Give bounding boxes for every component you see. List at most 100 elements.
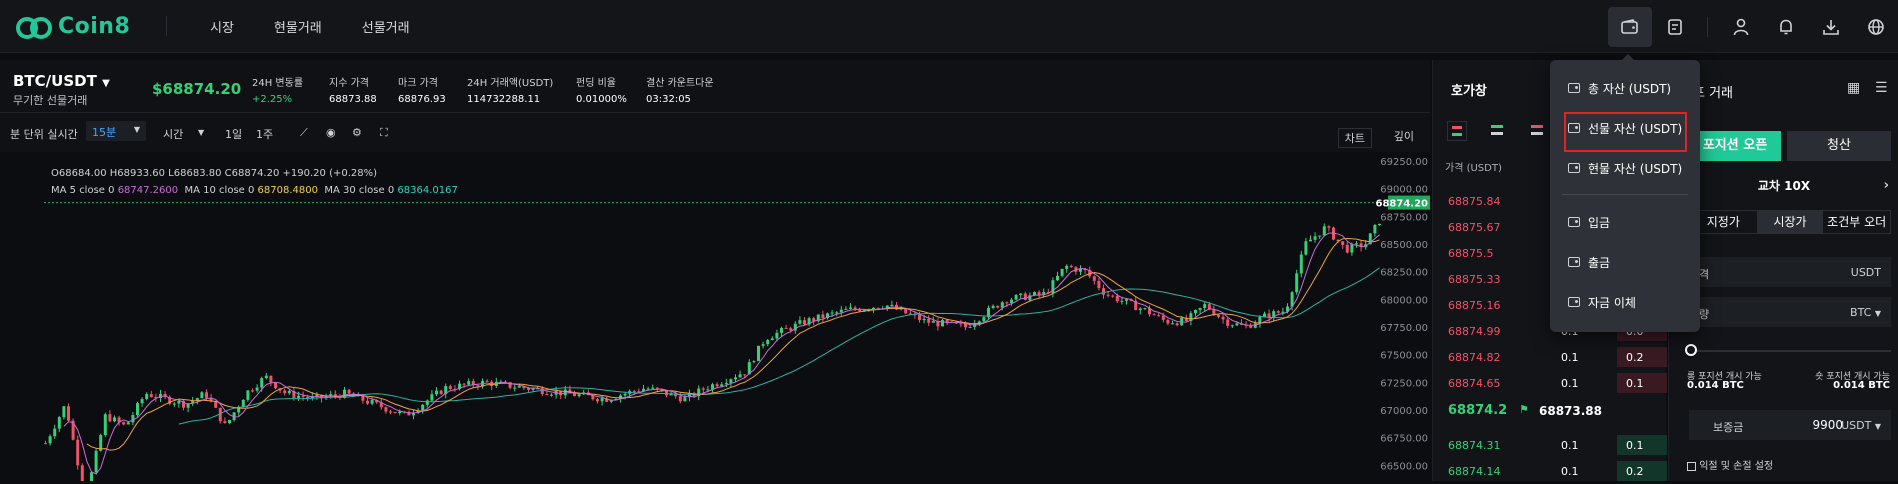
candle-body [991,305,995,308]
y-tick-label: 66500.00 [1380,461,1428,472]
time-label: 시간 [163,128,184,141]
settings-sliders-icon[interactable]: ☰ [1875,80,1888,96]
book-view-both-icon[interactable] [1447,121,1467,141]
stat-label: 지수 가격 [329,78,369,89]
stat-volume: 24H 거래액(USDT) 114732288.11 [467,74,553,105]
quantity-input[interactable]: 량 BTC ▼ [1689,297,1891,327]
menu-spot-assets[interactable]: 현물 자산 (USDT) [1550,151,1700,185]
candle-body [784,327,788,329]
last-price: $68874.20 [152,80,242,98]
leverage-selector[interactable]: 교차 10X › [1669,173,1898,199]
interval-select[interactable]: 15분 ▼ [86,121,146,141]
candle-body [1125,299,1128,301]
tab-limit[interactable]: 지정가 [1690,211,1757,233]
candle-body [389,411,392,413]
slider-handle[interactable] [1685,344,1697,356]
candle-body [430,394,434,401]
ask-price: 68875.67 [1448,221,1501,234]
interval-1w[interactable]: 1주 [256,126,273,142]
download-icon[interactable] [1808,4,1853,49]
y-tick-label: 66750.00 [1380,434,1428,445]
gear-icon[interactable]: ⚙ [352,126,362,139]
candle-body [103,414,107,436]
candle-body [260,378,264,388]
candle-body [205,392,208,398]
candle-body [720,384,724,387]
menu-transfer[interactable]: 자금 이체 [1550,285,1700,319]
candle-body [927,318,931,323]
caret-down-icon: ▼ [1874,309,1881,318]
close-position-button[interactable]: 청산 [1787,131,1891,161]
candle-body [57,417,61,429]
price-chart[interactable]: 69250.00 69000.00 68750.00 68500.00 68250.00… [0,152,1430,484]
candle-body [803,320,806,325]
book-view-bids-icon[interactable] [1487,121,1507,141]
open-position-button[interactable]: 포지션 오픈 [1689,131,1781,161]
candle-body [1295,273,1299,293]
wallet-icon[interactable] [1608,6,1652,47]
tab-market[interactable]: 시장가 [1756,211,1824,233]
chart-canvas[interactable]: 69250.00 69000.00 68750.00 68500.00 68250.00… [0,152,1430,484]
candle-body [780,327,783,333]
candle-body [600,398,604,402]
pair-selector[interactable]: BTC/USDT ▼ [13,72,110,90]
menu-item-label: 입금 [1588,215,1611,230]
bid-row[interactable]: 68874.31 0.1 0.1 [1433,432,1667,458]
margin-unit[interactable]: USDT ▼ [1841,419,1881,432]
menu-total-assets[interactable]: 총 자산 (USDT) [1550,71,1700,105]
interval-1d[interactable]: 1일 [225,126,242,142]
bid-price: 68874.14 [1448,465,1501,478]
bid-row[interactable]: 68874.14 0.1 0.2 [1433,458,1667,484]
candle-body [678,396,682,402]
tpsl-checkbox[interactable]: 익절 및 손절 설정 [1687,457,1773,472]
ask-total: 0.2 [1626,351,1644,364]
candle-body [766,340,770,345]
calculator-icon[interactable]: ▦ [1847,80,1860,96]
period-label: 분 단위 실시간 [10,128,78,141]
margin-input[interactable]: 보증금 9900 USDT ▼ [1689,410,1891,440]
candle-body [1157,315,1161,317]
quantity-slider[interactable] [1689,350,1891,352]
bid-qty: 0.1 [1561,439,1579,452]
fullscreen-icon[interactable]: ⛶ [380,126,388,140]
tab-conditional[interactable]: 조건부 오더 [1823,211,1890,233]
price-input[interactable]: 격 USDT [1689,257,1891,287]
globe-icon[interactable] [1853,4,1898,49]
time-select[interactable]: 시간 [163,126,183,142]
candle-body [941,320,944,327]
stat-value: 68876.93 [398,94,446,105]
ask-row[interactable]: 68874.82 0.1 0.2 [1433,344,1667,370]
candle-body [435,390,438,395]
book-header: 가격 (USDT)수 [1445,159,1568,174]
nav-divider [166,16,167,36]
quantity-unit: BTC ▼ [1850,306,1881,319]
nav-futures[interactable]: 선물거래 [362,17,410,36]
book-view-asks-icon[interactable] [1527,121,1547,141]
tab-depth[interactable]: 깊이 [1394,128,1414,144]
stat-change: 24H 변동률 +2.25% [252,74,303,105]
menu-deposit[interactable]: 입금 [1550,205,1700,239]
candle-body [214,401,218,408]
candles [44,223,1381,484]
candle-body [94,450,98,473]
candle-body [1350,244,1354,253]
user-icon[interactable] [1718,4,1763,49]
candle-body [1065,265,1069,269]
candle-body [1152,314,1156,316]
candle-body [1276,311,1280,313]
withdraw-icon [1568,257,1580,267]
y-tick-label: 69000.00 [1380,185,1428,196]
nav-spot[interactable]: 현물거래 [274,17,322,36]
candle-body [706,389,710,391]
bell-icon[interactable] [1763,4,1808,49]
candle-body [1253,323,1257,328]
nav-market[interactable]: 시장 [210,17,234,36]
indicator-icon[interactable]: ⟋ [300,126,308,140]
brand-logo[interactable]: Coin8 [16,13,130,39]
caret-down-icon[interactable]: ▼ [198,128,204,137]
orders-icon[interactable] [1652,4,1697,49]
tab-chart[interactable]: 차트 [1337,128,1372,148]
nav-right-icons [1608,0,1898,53]
camera-icon[interactable]: ◉ [326,126,336,139]
menu-withdraw[interactable]: 출금 [1550,245,1700,279]
